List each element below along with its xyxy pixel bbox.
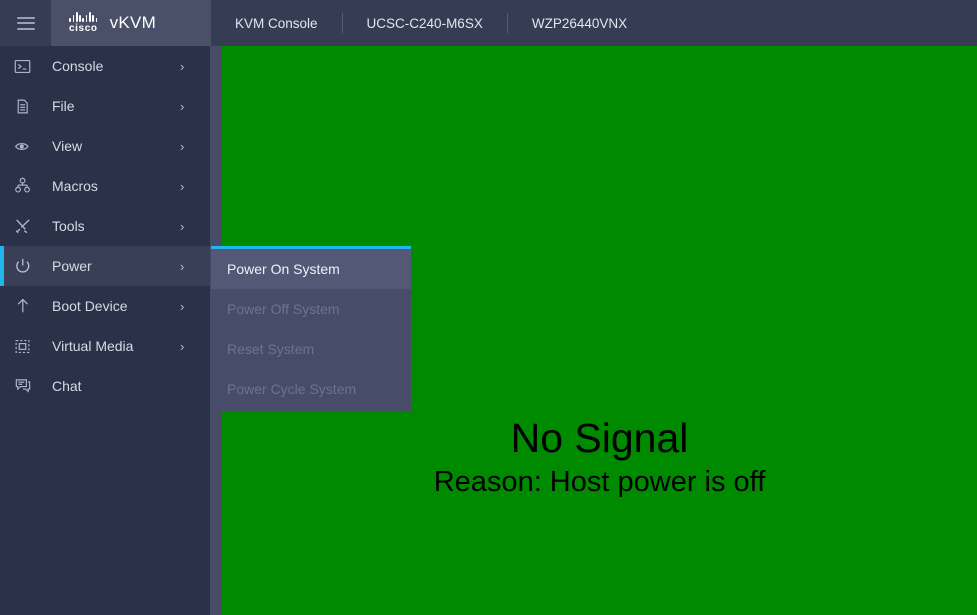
eye-icon bbox=[14, 135, 40, 157]
sidebar-item-label: Macros bbox=[52, 178, 98, 194]
sidebar-item-label: Console bbox=[52, 58, 104, 74]
chevron-right-icon: › bbox=[180, 98, 185, 114]
sidebar-item-macros[interactable]: Macros › bbox=[0, 166, 210, 206]
chevron-right-icon: › bbox=[180, 178, 185, 194]
submenu-item-reset-system: Reset System bbox=[227, 341, 315, 357]
chevron-right-icon: › bbox=[180, 258, 185, 274]
sidebar-item-label: Power bbox=[52, 258, 92, 274]
app-title: vKVM bbox=[109, 13, 157, 32]
power-icon bbox=[14, 255, 40, 277]
tools-icon bbox=[14, 215, 40, 237]
submenu-item-power-off-system: Power Off System bbox=[227, 301, 340, 317]
sidebar-item-chat[interactable]: Chat bbox=[0, 366, 210, 406]
hamburger-menu-button[interactable] bbox=[0, 0, 51, 46]
tab-server-model[interactable]: UCSC-C240-M6SX bbox=[341, 13, 507, 33]
sidebar-item-label: Virtual Media bbox=[52, 338, 134, 354]
sidebar-item-label: File bbox=[52, 98, 75, 114]
vkvm-window: cisco vKVM KVM Console UCSC-C240-M6SX WZ… bbox=[0, 0, 977, 615]
sidebar-item-label: Tools bbox=[52, 218, 85, 234]
cisco-logo-icon: cisco bbox=[69, 12, 98, 34]
sidebar-item-label: View bbox=[52, 138, 83, 154]
file-icon bbox=[14, 95, 40, 117]
top-bar: cisco vKVM KVM Console UCSC-C240-M6SX WZ… bbox=[0, 0, 977, 46]
main-menu-sidebar: Console › File › View › Macros › Tools ›… bbox=[0, 46, 210, 615]
cisco-wordmark: cisco bbox=[69, 23, 98, 34]
tab-kvm-console[interactable]: KVM Console bbox=[211, 13, 342, 33]
arrow-up-icon bbox=[14, 295, 40, 317]
sidebar-item-virtual-media[interactable]: Virtual Media › bbox=[0, 326, 210, 366]
top-bar-tabs: KVM Console UCSC-C240-M6SX WZP26440VNX bbox=[211, 0, 651, 46]
submenu-item-power-cycle-system: Power Cycle System bbox=[227, 381, 357, 397]
brand-area: cisco vKVM bbox=[51, 0, 211, 46]
chevron-right-icon: › bbox=[180, 298, 185, 314]
sidebar-item-view[interactable]: View › bbox=[0, 126, 210, 166]
sidebar-item-label: Boot Device bbox=[52, 298, 128, 314]
chevron-right-icon: › bbox=[180, 58, 185, 74]
tab-server-serial[interactable]: WZP26440VNX bbox=[506, 13, 651, 33]
sidebar-item-boot-device[interactable]: Boot Device › bbox=[0, 286, 210, 326]
no-signal-message: No Signal Reason: Host power is off bbox=[222, 418, 977, 497]
no-signal-reason: Reason: Host power is off bbox=[433, 466, 766, 498]
cisco-bars bbox=[69, 12, 98, 22]
sidebar-item-label: Chat bbox=[52, 378, 82, 394]
chevron-right-icon: › bbox=[180, 218, 185, 234]
sidebar-item-file[interactable]: File › bbox=[0, 86, 210, 126]
power-submenu: Power On System Power Off System Reset S… bbox=[211, 246, 411, 411]
chat-icon bbox=[14, 375, 40, 397]
sidebar-item-power[interactable]: Power › bbox=[0, 246, 210, 286]
chevron-right-icon: › bbox=[180, 338, 185, 354]
submenu-item-power-on-system[interactable]: Power On System bbox=[211, 249, 411, 289]
hamburger-menu-icon bbox=[16, 16, 35, 30]
sidebar-item-console[interactable]: Console › bbox=[0, 46, 210, 86]
virtual-media-icon bbox=[14, 335, 40, 357]
chevron-right-icon: › bbox=[180, 138, 185, 154]
hierarchy-icon bbox=[14, 175, 40, 197]
sidebar-item-tools[interactable]: Tools › bbox=[0, 206, 210, 246]
terminal-icon bbox=[14, 55, 40, 77]
no-signal-title: No Signal bbox=[510, 415, 689, 461]
